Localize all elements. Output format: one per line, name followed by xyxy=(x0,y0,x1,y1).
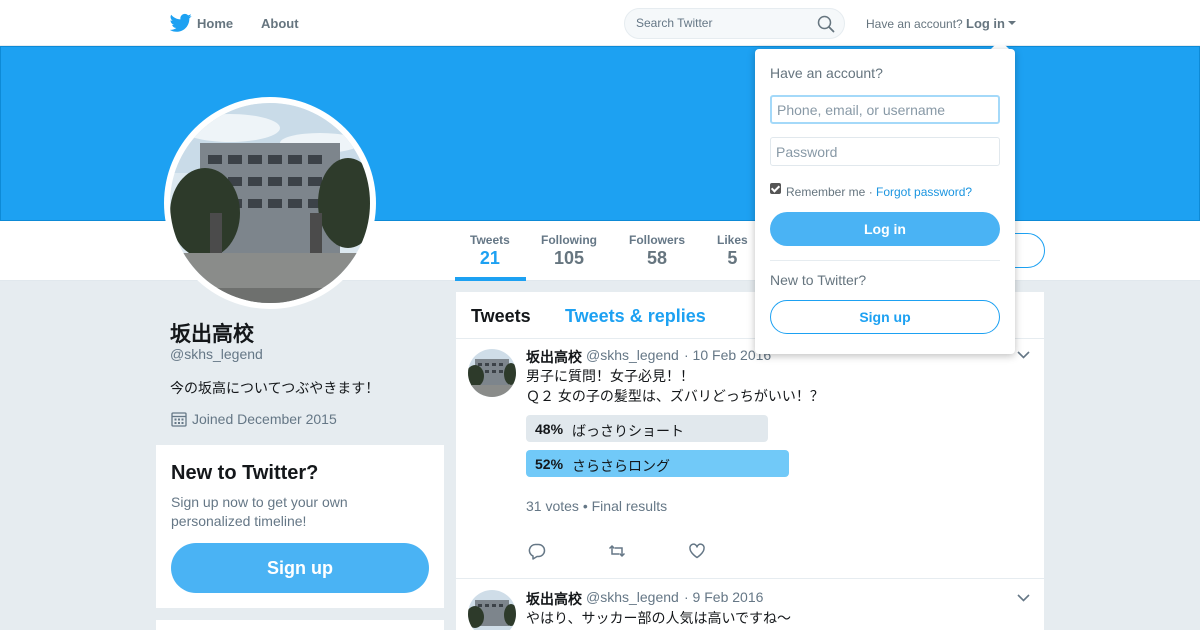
poll-option-label: さらさらロング xyxy=(572,458,670,474)
tweet[interactable]: 坂出高校 @skhs_legend · 10 Feb 2016 男子に質問！女子… xyxy=(456,339,1044,579)
stat-label: Followers xyxy=(629,233,686,247)
dropdown-title: Have an account? xyxy=(770,65,883,81)
poll-option-bar-winner: 52% さらさらロング xyxy=(526,450,789,477)
reply-icon[interactable] xyxy=(528,542,546,560)
search-box[interactable] xyxy=(624,8,845,39)
stat-tweets[interactable]: Tweets 21 xyxy=(470,233,510,269)
nav-about-link[interactable]: About xyxy=(261,16,299,31)
login-button[interactable]: Log in xyxy=(770,212,1000,246)
tweet-date[interactable]: · 9 Feb 2016 xyxy=(684,589,763,605)
twitter-bird-icon[interactable] xyxy=(170,13,192,33)
nav-home-link[interactable]: Home xyxy=(197,16,233,31)
stat-value: 58 xyxy=(646,248,668,268)
like-heart-icon[interactable] xyxy=(688,542,706,560)
have-account-text: Have an account? xyxy=(866,17,963,31)
profile-name[interactable]: 坂出高校 xyxy=(170,318,254,348)
poll-status: Final results xyxy=(591,498,668,514)
calendar-icon xyxy=(171,412,187,427)
login-menu-link[interactable]: Log in xyxy=(966,16,1005,31)
tweet[interactable]: 坂出高校 @skhs_legend · 9 Feb 2016 やはり、サッカー部… xyxy=(456,579,1044,630)
profile-joined-date: Joined December 2015 xyxy=(192,411,337,427)
active-tab-underline xyxy=(455,277,526,281)
dropdown-divider xyxy=(770,260,1000,261)
poll-option-label: ばっさりショート xyxy=(572,423,684,439)
stat-label: Following xyxy=(541,233,597,247)
tweet-text-line: Ｑ２ 女の子の髪型は、ズバリどっちがいい！？ xyxy=(526,388,824,404)
top-navigation-bar: Home About Have an account? Log in xyxy=(0,0,1200,46)
poll-votes: 31 votes xyxy=(526,498,579,514)
remember-me-checkbox[interactable] xyxy=(770,183,781,194)
new-to-twitter-text: New to Twitter? xyxy=(770,272,867,288)
profile-handle[interactable]: @skhs_legend xyxy=(170,346,263,362)
retweet-icon[interactable] xyxy=(608,542,626,560)
tweet-author-handle[interactable]: @skhs_legend xyxy=(586,589,679,605)
tweet-avatar[interactable] xyxy=(468,590,516,630)
remember-me-text: Remember me xyxy=(786,185,866,199)
tab-tweets[interactable]: Tweets xyxy=(471,306,531,327)
tab-tweets-and-replies[interactable]: Tweets & replies xyxy=(565,306,706,327)
separator-dot: · xyxy=(868,185,873,199)
profile-bio: 今の坂高についてつぶやきます！ xyxy=(170,380,380,396)
signup-card-title: New to Twitter? xyxy=(171,462,319,484)
signup-card: New to Twitter? Sign up now to get your … xyxy=(156,445,444,608)
chevron-down-icon[interactable] xyxy=(1017,594,1030,602)
tweet-author-handle[interactable]: @skhs_legend xyxy=(586,347,679,363)
poll-option-percent: 48% xyxy=(535,421,564,437)
login-dropdown: Have an account? Remember me · Forgot pa… xyxy=(755,49,1015,354)
remember-me-label[interactable]: Remember me · xyxy=(786,185,873,199)
poll-vote-count: 31 votes • Final results xyxy=(526,498,668,514)
stat-followers[interactable]: Followers 58 xyxy=(629,233,685,269)
caret-down-icon[interactable] xyxy=(1008,21,1016,25)
poll-option-bar: 48% ばっさりショート xyxy=(526,415,768,442)
avatar-image xyxy=(170,103,370,303)
tweet-avatar[interactable] xyxy=(468,349,516,397)
forgot-password-link[interactable]: Forgot password? xyxy=(876,185,972,199)
password-field[interactable] xyxy=(770,137,1000,166)
secondary-card xyxy=(156,620,444,630)
tweet-author-name[interactable]: 坂出高校 xyxy=(526,589,582,609)
profile-avatar[interactable] xyxy=(164,97,376,309)
username-field[interactable] xyxy=(770,95,1000,124)
stat-value: 21 xyxy=(479,248,500,268)
stat-value: 105 xyxy=(553,248,585,268)
signup-button[interactable]: Sign up xyxy=(171,543,429,593)
stat-value: 5 xyxy=(727,248,738,268)
stat-label: Likes xyxy=(717,233,748,247)
tweet-author-name[interactable]: 坂出高校 xyxy=(526,347,582,367)
tweet-text-line: 男子に質問！女子必見！！ xyxy=(526,368,694,384)
stat-label: Tweets xyxy=(470,233,510,247)
stat-likes[interactable]: Likes 5 xyxy=(717,233,748,269)
stat-following[interactable]: Following 105 xyxy=(541,233,597,269)
poll-option-percent: 52% xyxy=(535,456,564,472)
chevron-down-icon[interactable] xyxy=(1017,351,1030,359)
tweet-text-line: やはり、サッカー部の人気は高いですね〜 xyxy=(526,610,792,626)
search-icon[interactable] xyxy=(817,15,835,33)
dropdown-signup-button[interactable]: Sign up xyxy=(770,300,1000,334)
search-input[interactable] xyxy=(636,16,806,30)
signup-card-text: Sign up now to get your own personalized… xyxy=(171,494,348,529)
